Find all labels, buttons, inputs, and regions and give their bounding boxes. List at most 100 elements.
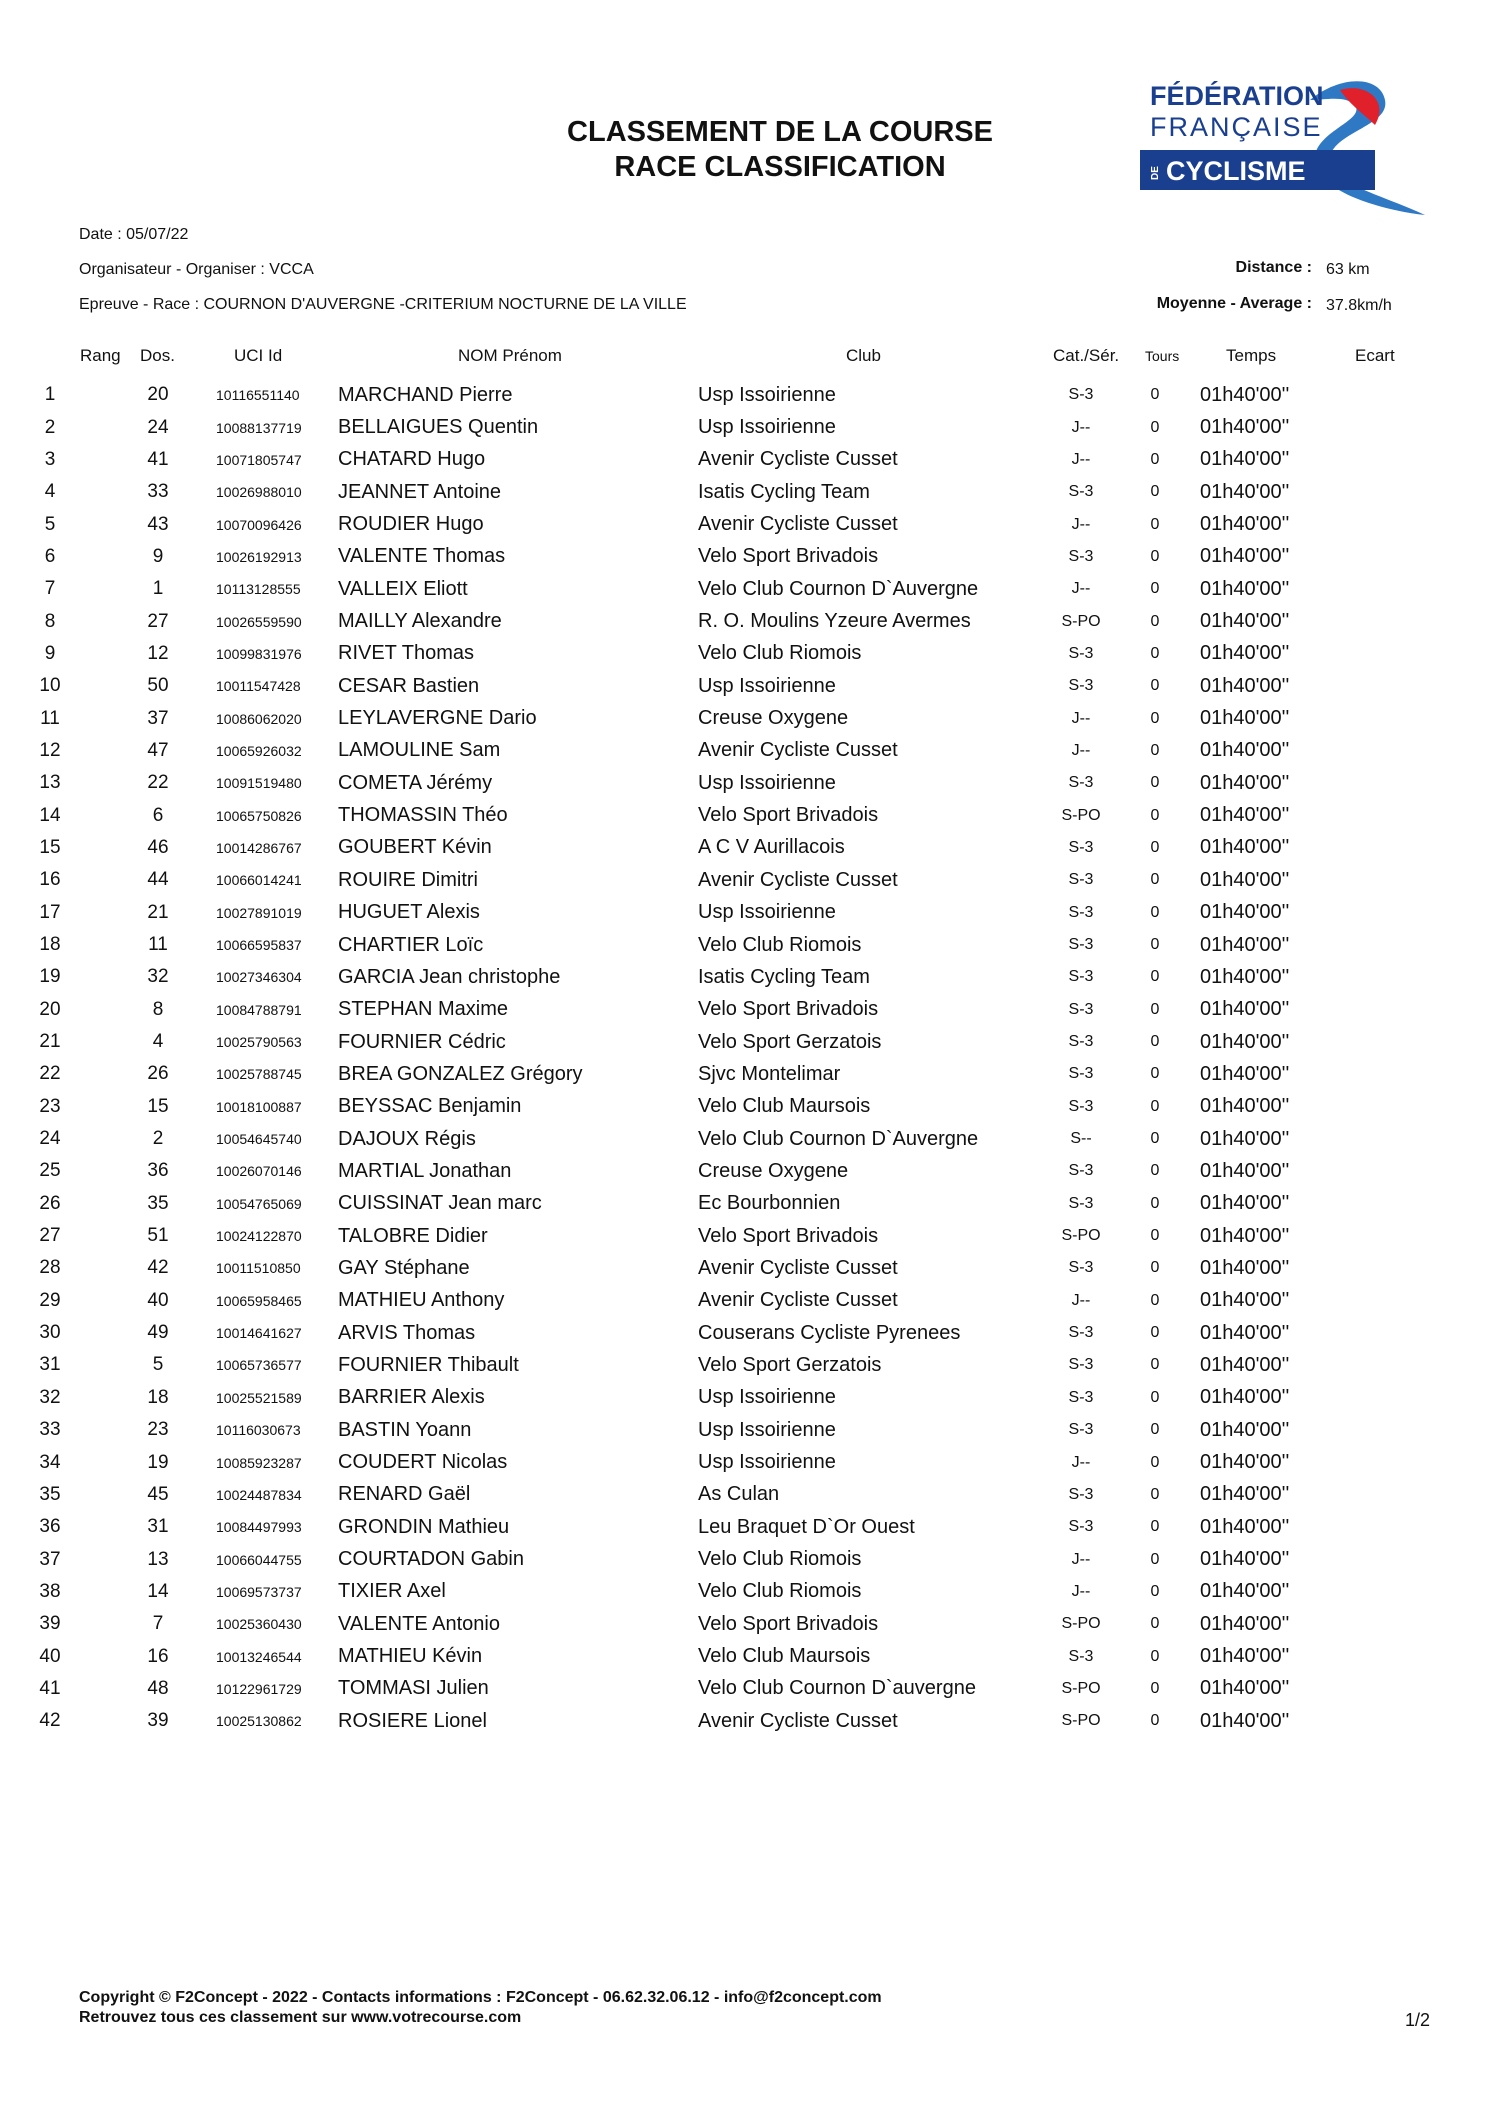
svg-text:DE: DE bbox=[1150, 166, 1161, 180]
footer-copyright: Copyright © F2Concept - 2022 - Contacts … bbox=[79, 1989, 882, 2006]
rank-cell: 24 bbox=[39, 1128, 61, 1150]
gap-cell bbox=[1370, 1091, 1470, 1123]
time-cell: 01h40'00'' bbox=[1200, 1289, 1290, 1312]
uci-id-cell: 10065958465 bbox=[216, 1292, 302, 1309]
time-cell: 01h40'00'' bbox=[1200, 1483, 1290, 1506]
bib-cell: 32 bbox=[147, 966, 169, 988]
rider-name-cell: MAILLY Alexandre bbox=[338, 610, 502, 633]
bib-cell: 27 bbox=[147, 610, 169, 632]
table-row: 2 24 10088137719 BELLAIGUES Quentin Usp Isso… bbox=[0, 411, 1470, 443]
page-title: CLASSEMENT DE LA COURSE RACE CLASSIFICAT… bbox=[420, 115, 1140, 185]
club-cell: Velo Club Riomois bbox=[698, 933, 862, 956]
bib-cell: 49 bbox=[147, 1322, 169, 1344]
club-cell: Creuse Oxygene bbox=[698, 1159, 849, 1182]
rider-name-cell: GARCIA Jean christophe bbox=[338, 965, 561, 988]
gap-cell bbox=[1370, 541, 1470, 573]
bib-cell: 8 bbox=[152, 998, 164, 1020]
gap-cell bbox=[1370, 1155, 1470, 1187]
time-cell: 01h40'00'' bbox=[1200, 1127, 1290, 1150]
club-cell: Ec Bourbonnien bbox=[698, 1192, 841, 1215]
bib-cell: 48 bbox=[147, 1677, 169, 1699]
time-cell: 01h40'00'' bbox=[1200, 1159, 1290, 1182]
table-row: 13 22 10091519480 COMETA Jérémy Usp Issoirie… bbox=[0, 767, 1470, 799]
gap-cell bbox=[1370, 1446, 1470, 1478]
gap-cell bbox=[1370, 444, 1470, 476]
bib-cell: 50 bbox=[147, 675, 169, 697]
time-cell: 01h40'00'' bbox=[1200, 1580, 1290, 1603]
laps-cell: 0 bbox=[1150, 1033, 1160, 1051]
club-cell: Couserans Cycliste Pyrenees bbox=[698, 1321, 961, 1344]
uci-id-cell: 10066014241 bbox=[216, 872, 302, 889]
bib-cell: 13 bbox=[147, 1548, 169, 1570]
category-cell: S-3 bbox=[1068, 547, 1094, 565]
laps-cell: 0 bbox=[1150, 1712, 1160, 1730]
gap-cell bbox=[1370, 1285, 1470, 1317]
category-cell: S-3 bbox=[1068, 1033, 1094, 1051]
laps-cell: 0 bbox=[1150, 612, 1160, 630]
rider-name-cell: RENARD Gaël bbox=[338, 1483, 471, 1506]
club-cell: R. O. Moulins Yzeure Avermes bbox=[698, 610, 971, 633]
table-row: 24 2 10054645740 DAJOUX Régis Velo Club Cour… bbox=[0, 1123, 1470, 1155]
laps-cell: 0 bbox=[1150, 1065, 1160, 1083]
gap-cell bbox=[1370, 1576, 1470, 1608]
rank-cell: 16 bbox=[39, 869, 61, 891]
table-row: 26 35 10054765069 CUISSINAT Jean marc Ec Bou… bbox=[0, 1188, 1470, 1220]
laps-cell: 0 bbox=[1150, 1647, 1160, 1665]
rank-cell: 42 bbox=[39, 1710, 61, 1732]
club-cell: Velo Club Riomois bbox=[698, 1548, 862, 1571]
col-header-dos: Dos. bbox=[140, 346, 175, 365]
table-row: 34 19 10085923287 COUDERT Nicolas Usp Issoir… bbox=[0, 1446, 1470, 1478]
rank-cell: 10 bbox=[39, 675, 61, 697]
table-row: 38 14 10069573737 TIXIER Axel Velo Club Riom… bbox=[0, 1576, 1470, 1608]
uci-id-cell: 10025788745 bbox=[216, 1066, 302, 1083]
bib-cell: 16 bbox=[147, 1645, 169, 1667]
laps-cell: 0 bbox=[1150, 1453, 1160, 1471]
laps-cell: 0 bbox=[1150, 1679, 1160, 1697]
rider-name-cell: FOURNIER Cédric bbox=[338, 1030, 506, 1053]
rider-name-cell: CESAR Bastien bbox=[338, 674, 480, 697]
category-cell: J-- bbox=[1071, 741, 1091, 759]
laps-cell: 0 bbox=[1150, 1162, 1160, 1180]
table-row: 10 50 10011547428 CESAR Bastien Usp Issoirie… bbox=[0, 670, 1470, 702]
club-cell: Avenir Cycliste Cusset bbox=[698, 513, 898, 536]
category-cell: S-3 bbox=[1068, 968, 1094, 986]
rank-cell: 4 bbox=[44, 481, 56, 503]
laps-cell: 0 bbox=[1150, 644, 1160, 662]
category-cell: J-- bbox=[1071, 1291, 1091, 1309]
title-fr: CLASSEMENT DE LA COURSE bbox=[567, 116, 993, 148]
bib-cell: 26 bbox=[147, 1063, 169, 1085]
uci-id-cell: 10099831976 bbox=[216, 645, 302, 662]
category-cell: S-3 bbox=[1068, 1647, 1094, 1665]
category-cell: S-3 bbox=[1068, 1356, 1094, 1374]
uci-id-cell: 10027346304 bbox=[216, 969, 302, 986]
bib-cell: 9 bbox=[152, 545, 164, 567]
category-cell: J-- bbox=[1071, 515, 1091, 533]
table-row: 7 1 10113128555 VALLEIX Eliott Velo Club Cou… bbox=[0, 573, 1470, 605]
time-cell: 01h40'00'' bbox=[1200, 1095, 1290, 1118]
rank-cell: 1 bbox=[44, 384, 56, 406]
time-cell: 01h40'00'' bbox=[1200, 642, 1290, 665]
gap-cell bbox=[1370, 702, 1470, 734]
gap-cell bbox=[1370, 508, 1470, 540]
uci-id-cell: 10011547428 bbox=[216, 678, 301, 695]
bib-cell: 36 bbox=[147, 1160, 169, 1182]
uci-id-cell: 10024122870 bbox=[216, 1228, 302, 1245]
club-cell: Usp Issoirienne bbox=[698, 1418, 836, 1441]
club-cell: Avenir Cycliste Cusset bbox=[698, 739, 898, 762]
rank-cell: 19 bbox=[39, 966, 61, 988]
gap-cell bbox=[1370, 1058, 1470, 1090]
club-cell: Creuse Oxygene bbox=[698, 707, 849, 730]
rider-name-cell: MATHIEU Anthony bbox=[338, 1289, 505, 1312]
bib-cell: 35 bbox=[147, 1192, 169, 1214]
uci-id-cell: 10027891019 bbox=[216, 904, 302, 921]
laps-cell: 0 bbox=[1150, 483, 1160, 501]
category-cell: S-3 bbox=[1068, 677, 1094, 695]
club-cell: Avenir Cycliste Cusset bbox=[698, 1289, 898, 1312]
table-row: 32 18 10025521589 BARRIER Alexis Usp Issoiri… bbox=[0, 1382, 1470, 1414]
rank-cell: 6 bbox=[44, 545, 56, 567]
laps-cell: 0 bbox=[1150, 1259, 1160, 1277]
time-cell: 01h40'00'' bbox=[1200, 1256, 1290, 1279]
category-cell: S-PO bbox=[1061, 1679, 1101, 1697]
time-cell: 01h40'00'' bbox=[1200, 965, 1290, 988]
uci-id-cell: 10014641627 bbox=[216, 1325, 302, 1342]
